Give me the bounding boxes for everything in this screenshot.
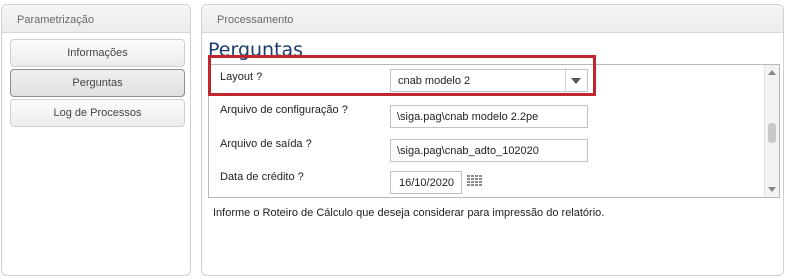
arquivo-saida-input[interactable]: \siga.pag\cnab_adto_102020 [390,139,588,162]
informacoes-button[interactable]: Informações [10,39,185,67]
processamento-panel: Processamento Perguntas Layout ? cnab mo… [201,4,784,276]
perguntas-button[interactable]: Perguntas [10,69,185,97]
scroll-thumb[interactable] [768,123,776,143]
data-credito-label: Data de crédito ? [220,171,304,183]
arquivo-saida-label: Arquivo de saída ? [220,138,312,150]
panel-title: Processamento [202,5,783,33]
panel-title: Parametrização [2,5,190,33]
data-credito-input[interactable]: 16/10/2020 [390,171,462,194]
questions-scrollbar[interactable] [764,65,779,197]
log-de-processos-button[interactable]: Log de Processos [10,99,185,127]
arrow-up-icon[interactable] [768,70,776,75]
calendar-icon[interactable] [467,175,483,187]
parametrizacao-panel: Parametrização Informações Perguntas Log… [1,4,191,276]
arquivo-configuracao-input[interactable]: \siga.pag\cnab modelo 2.2pe [390,105,588,128]
layout-highlight-box [208,55,596,96]
arquivo-configuracao-label: Arquivo de configuração ? [220,104,348,116]
question-help-text: Informe o Roteiro de Cálculo que deseja … [213,207,605,219]
arrow-down-icon[interactable] [768,187,776,192]
